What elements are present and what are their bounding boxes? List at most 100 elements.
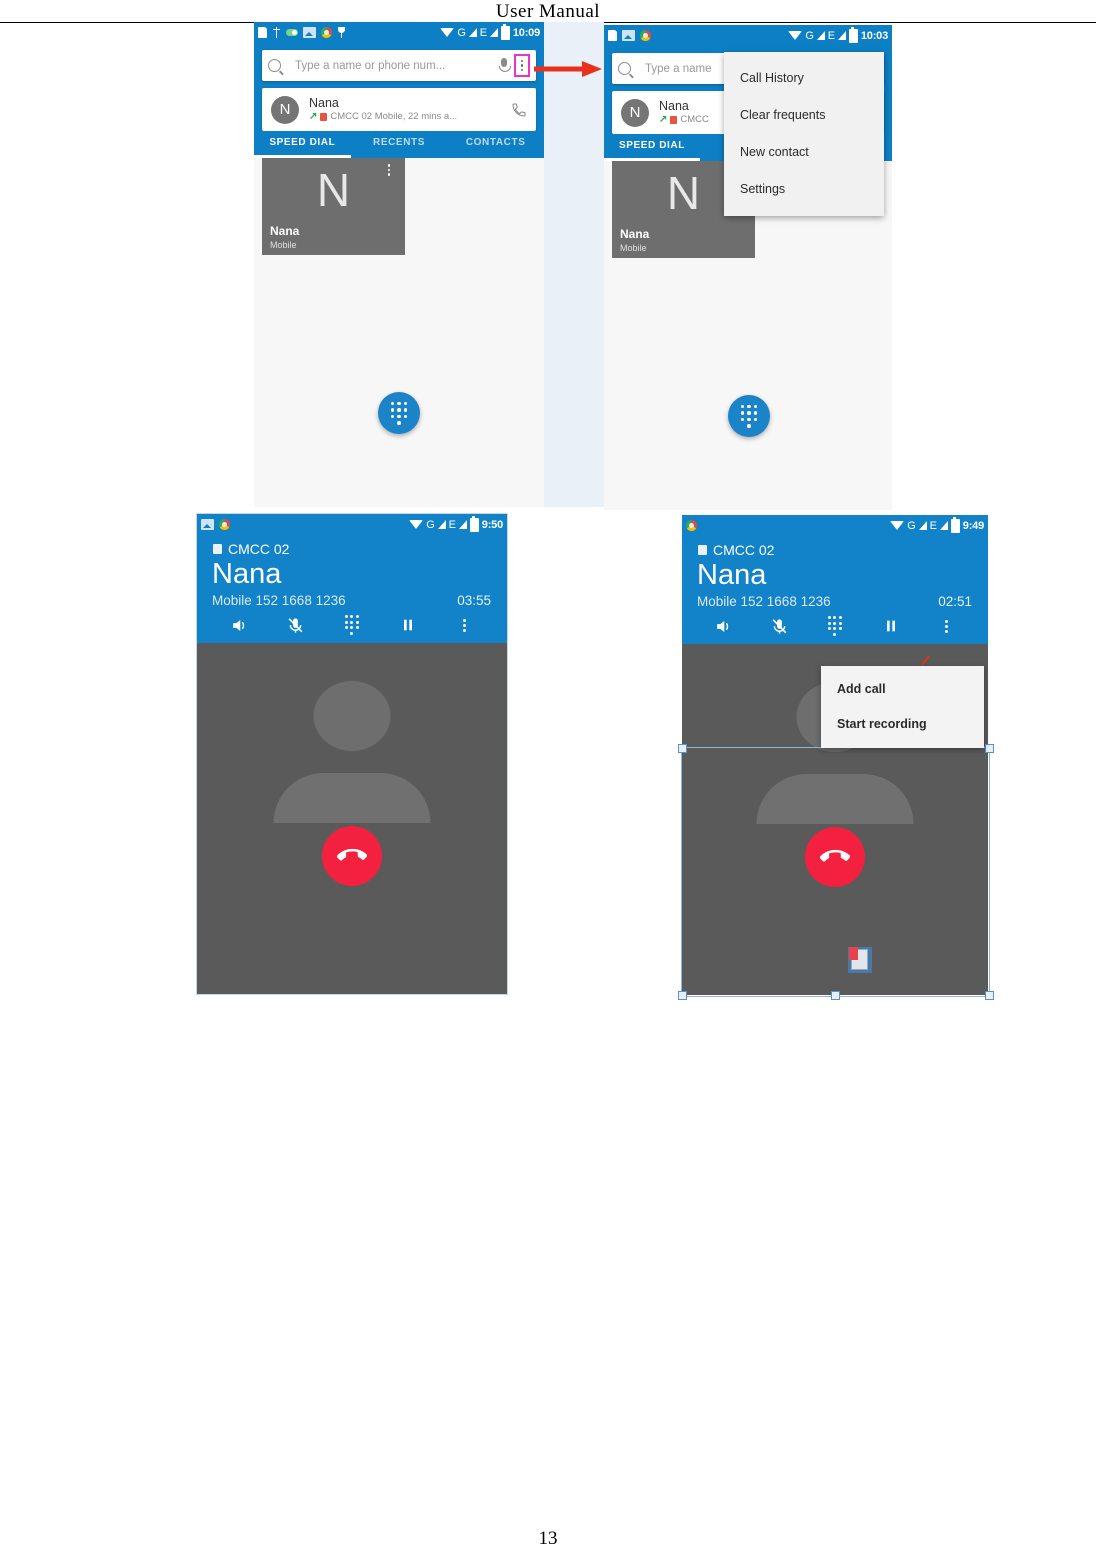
selection-handle-bottom-left[interactable]	[678, 991, 687, 1000]
page-number: 13	[538, 1528, 558, 1549]
mute-icon[interactable]	[286, 615, 306, 635]
call-contact-name: Nana	[697, 559, 767, 591]
outgoing-call-arrow-icon: ↗	[659, 114, 668, 125]
dialer-overflow-menu[interactable]: Call History Clear frequents New contact…	[724, 52, 884, 216]
overflow-menu-icon[interactable]	[514, 53, 530, 78]
signal-g-icon	[468, 28, 477, 37]
call-duration: 03:55	[457, 593, 491, 608]
speed-dial-tile[interactable]: N Nana Mobile	[262, 158, 405, 255]
mute-icon[interactable]	[769, 616, 789, 636]
speaker-icon[interactable]	[229, 615, 249, 635]
overflow-menu-icon[interactable]	[455, 615, 475, 635]
screenshot-icon	[201, 519, 214, 530]
screenshot-icon	[303, 27, 316, 38]
search-bar[interactable]: Type a name or phone num...	[262, 50, 536, 81]
sim-chip-icon	[698, 545, 707, 555]
end-call-icon	[337, 848, 367, 861]
dialer-tabs: SPEED DIAL RECENTS CONTACTS	[254, 131, 544, 158]
menu-anchor-marker	[920, 653, 930, 666]
tab-contacts[interactable]: CONTACTS	[447, 131, 544, 158]
hold-icon[interactable]	[398, 615, 418, 635]
search-input[interactable]: Type a name or phone num...	[295, 60, 498, 72]
selection-handle-bottom-center[interactable]	[831, 991, 840, 1000]
menu-item-new-contact[interactable]: New contact	[724, 134, 884, 171]
menu-item-start-recording[interactable]: Start recording	[821, 707, 984, 742]
microphone-icon[interactable]	[498, 58, 511, 73]
menu-item-settings[interactable]: Settings	[724, 171, 884, 208]
sim-chip-icon	[213, 544, 222, 554]
selection-handle-top-left[interactable]	[678, 744, 687, 753]
status-bar-right-icons: G E 9:50	[409, 515, 503, 532]
call-number: Mobile 152 1668 1236	[212, 593, 346, 608]
right-arrow-icon	[534, 61, 602, 77]
dialpad-icon[interactable]	[342, 615, 362, 635]
recent-contact-card[interactable]: N Nana ↗ CMCC 02 Mobile, 22 mins a...	[262, 88, 536, 131]
in-call-overflow-menu[interactable]: Add call Start recording	[821, 666, 984, 748]
phone-screenshot-dialer-main: G E 10:09 Type a name or phone num... N …	[254, 22, 544, 507]
status-bar: G E 9:50	[197, 514, 507, 535]
end-call-button[interactable]	[805, 827, 865, 887]
plug-icon	[337, 27, 346, 38]
status-bar-left-icons	[686, 520, 697, 531]
in-call-header: CMCC 02 Nana Mobile 152 1668 1236 02:51	[682, 536, 988, 644]
speed-dial-body: N Nana Mobile	[254, 158, 544, 507]
call-duration: 02:51	[938, 594, 972, 609]
chrome-icon	[686, 520, 697, 531]
menu-item-call-history[interactable]: Call History	[724, 60, 884, 97]
status-bar-clock: 9:50	[481, 518, 503, 531]
selection-handle-bottom-right[interactable]	[985, 991, 994, 1000]
sd-card-icon	[608, 30, 617, 41]
hold-icon[interactable]	[881, 616, 901, 636]
avatar-head	[313, 681, 391, 751]
network-g-label: G	[805, 29, 814, 42]
speed-dial-tile-name: Nana	[270, 224, 300, 238]
network-e-label: E	[827, 29, 835, 42]
wifi-icon	[788, 31, 803, 40]
in-call-header: CMCC 02 Nana Mobile 152 1668 1236 03:55	[197, 535, 507, 643]
contact-placeholder-avatar	[273, 681, 431, 823]
status-bar: G E 10:09	[254, 22, 544, 43]
status-bar-left-icons	[258, 27, 346, 38]
battery-icon	[950, 516, 960, 533]
avatar: N	[621, 98, 649, 127]
signal-e-icon	[458, 520, 467, 529]
menu-item-add-call[interactable]: Add call	[821, 672, 984, 707]
paste-options-icon[interactable]	[848, 947, 872, 973]
tab-recents[interactable]: RECENTS	[351, 131, 448, 158]
call-number-row: Mobile 152 1668 1236 02:51	[697, 594, 972, 609]
dialpad-fab[interactable]	[728, 395, 770, 437]
dialpad-icon	[740, 404, 758, 428]
sim-chip-icon	[670, 115, 678, 124]
tile-overflow-menu-icon[interactable]	[381, 164, 397, 176]
status-bar-right-icons: G E 9:49	[890, 516, 984, 533]
speed-dial-tile-label: Mobile	[270, 240, 297, 250]
dialpad-icon[interactable]	[825, 616, 845, 636]
battery-icon	[500, 23, 510, 40]
wifi-icon	[440, 28, 455, 37]
phone-screenshot-in-call: G E 9:50 CMCC 02 Nana Mobile 152 1668 12…	[196, 513, 508, 995]
status-bar-clock: 9:49	[962, 519, 984, 532]
phone-screenshot-in-call-menu: G E 9:49 CMCC 02 Nana Mobile 152 1668 12…	[682, 515, 988, 995]
selection-handle-top-right[interactable]	[985, 744, 994, 753]
network-g-label: G	[457, 26, 466, 39]
speaker-icon[interactable]	[714, 616, 734, 636]
dialer-header: Type a name or phone num... N Nana ↗ CMC…	[254, 43, 544, 131]
overflow-menu-icon[interactable]	[936, 616, 956, 636]
tab-speed-dial[interactable]: SPEED DIAL	[254, 131, 351, 158]
battery-icon	[469, 515, 479, 532]
status-bar: G E 10:03	[604, 25, 892, 46]
transition-arrow	[534, 57, 606, 86]
end-call-button[interactable]	[322, 826, 382, 886]
tab-speed-dial[interactable]: SPEED DIAL	[604, 134, 700, 161]
network-e-label: E	[448, 518, 456, 531]
outgoing-call-arrow-icon: ↗	[309, 111, 318, 122]
call-contact-name: Nana	[212, 558, 282, 590]
menu-item-clear-frequents[interactable]: Clear frequents	[724, 97, 884, 134]
dialpad-icon	[390, 401, 408, 425]
dialpad-fab[interactable]	[378, 392, 420, 434]
phone-handset-icon[interactable]	[511, 102, 527, 118]
debug-pill-icon	[286, 29, 298, 36]
wifi-icon	[409, 520, 424, 529]
signal-e-icon	[489, 28, 498, 37]
status-bar-left-icons	[608, 30, 651, 41]
